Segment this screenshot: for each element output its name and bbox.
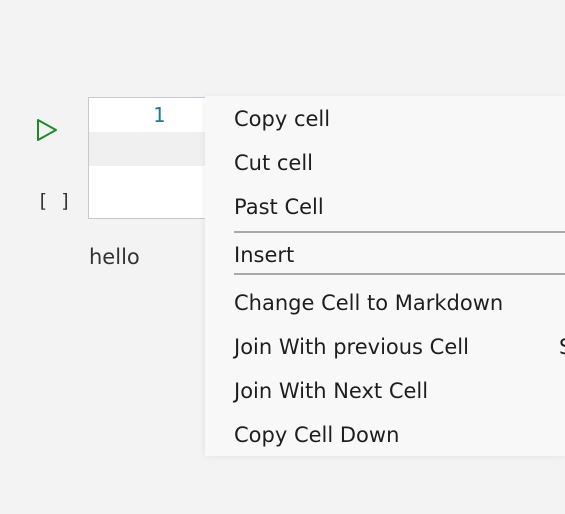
line-number: 1 [153,103,166,127]
menu-divider [234,231,565,233]
play-icon[interactable] [36,118,58,142]
cell-editor[interactable]: 1 [88,97,210,219]
execution-count: [ ] [37,190,72,212]
context-menu: Copy cell Cut cell Past Cell Insert Chan… [205,96,565,456]
menu-item-cut-cell[interactable]: Cut cell [234,151,313,175]
menu-item-paste-cell[interactable]: Past Cell [234,195,324,219]
cell-output: hello [89,245,140,269]
menu-item-join-previous[interactable]: Join With previous Cell [234,335,469,359]
menu-divider [234,273,565,275]
current-line-highlight [89,132,209,166]
menu-item-insert[interactable]: Insert [234,243,294,267]
menu-item-join-next[interactable]: Join With Next Cell [234,379,428,403]
menu-item-copy-cell-down[interactable]: Copy Cell Down [234,423,399,447]
menu-item-copy-cell[interactable]: Copy cell [234,107,330,131]
menu-item-change-to-markdown[interactable]: Change Cell to Markdown [234,291,503,315]
menu-item-shortcut: S [559,335,565,359]
notebook-view: [ ] 1 hello Copy cell Cut cell Past Cell… [0,0,565,514]
